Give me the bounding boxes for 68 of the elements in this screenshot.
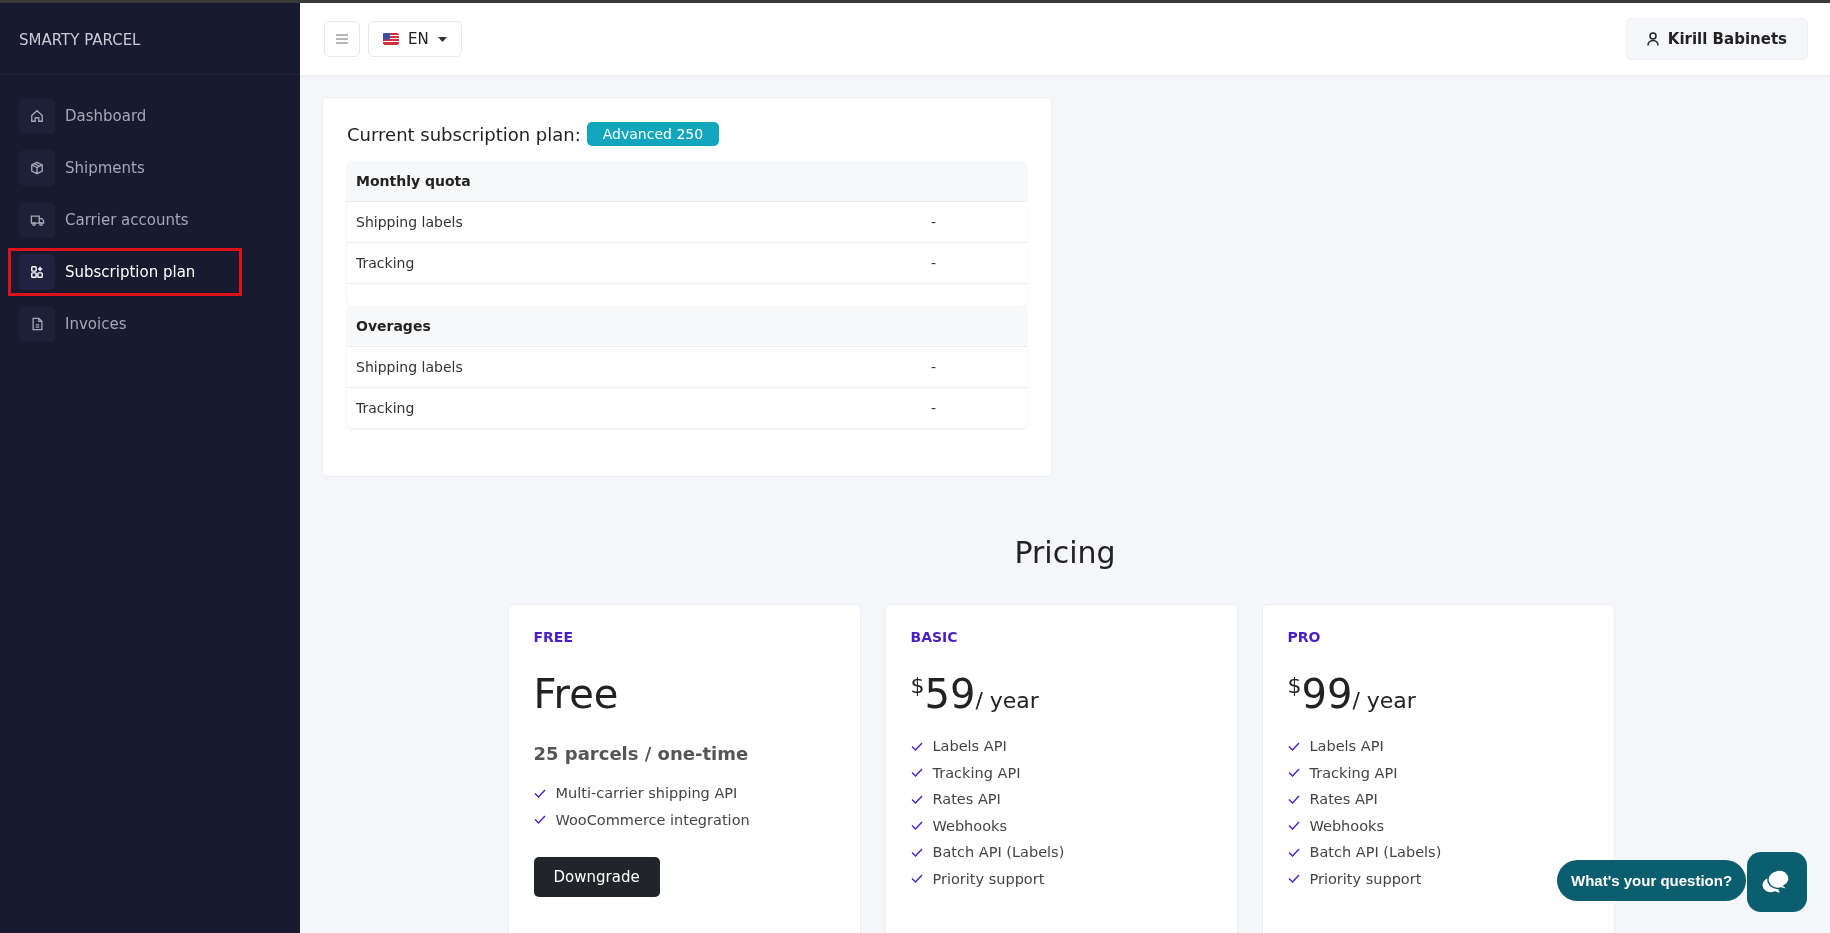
user-button[interactable]: Kirill Babinets [1625,18,1808,60]
user-icon [1646,32,1659,46]
feature-text: Tracking API [932,764,1021,781]
plan-name: FREE [533,629,574,645]
language-dropdown[interactable]: EN [368,21,462,57]
check-icon [1287,741,1300,751]
chat-icon [1762,868,1792,896]
apps-icon [30,265,44,279]
table-cell-text: Shipping labels [356,359,464,375]
check-icon [910,768,923,778]
table-cell: - [931,255,937,271]
chat-button[interactable] [1747,852,1807,912]
check-icon [533,815,546,825]
downgrade-button[interactable]: Downgrade [533,857,660,897]
table-cell-text: Shipping labels [356,214,464,230]
feature-text: Batch API (Labels) [932,844,1065,861]
pricing-heading: Pricing [1013,535,1117,570]
sidebar-item[interactable]: Shipments [11,150,239,186]
sidebar-item[interactable]: Invoices [11,306,239,342]
plan-badge: Advanced 250 [586,122,720,146]
table-cell: - [931,359,937,375]
feature-text: Webhooks [932,817,1007,834]
plan-price: $^{$}$99/ year [1287,671,1417,717]
table-cell-text: Tracking [356,255,416,271]
chat-prompt[interactable]: What's your question? [1557,860,1747,901]
plan-name: PRO [1287,629,1322,645]
feature-text: Multi-carrier shipping API [555,785,738,802]
plan-price: Free [533,671,620,717]
feature-text: Priority support [1309,870,1422,887]
check-icon [1287,794,1300,804]
menu-icon [335,33,349,45]
home-icon [30,109,44,123]
plan-price: $^{$}$59/ year [910,671,1040,717]
feature-text: Batch API (Labels) [1309,844,1442,861]
document-icon [30,317,44,331]
box-icon [30,161,44,175]
table-cell: - [931,214,937,230]
table-header: Overages [347,306,1027,347]
check-icon [910,794,923,804]
caret-icon [437,36,447,42]
feature-text: Priority support [932,870,1045,887]
check-icon [910,821,923,831]
sidebar-item[interactable]: Carrier accounts [11,202,239,238]
flag-icon [383,33,399,45]
feature-text: WooCommerce integration [555,811,750,828]
table-header: Monthly quota [347,161,1027,202]
check-icon [533,788,546,798]
check-icon [1287,768,1300,778]
sidebar-item[interactable]: Dashboard [11,98,239,134]
table-cell-text: Tracking [356,400,416,416]
check-icon [910,874,923,884]
feature-text: Labels API [932,738,1007,755]
subscription-title: Current subscription plan: [347,123,581,145]
truck-icon [29,213,45,227]
feature-text: Tracking API [1309,764,1398,781]
check-icon [910,847,923,857]
check-icon [1287,874,1300,884]
check-icon [910,741,923,751]
table-cell: - [931,400,937,416]
sidebar-item[interactable]: Subscription plan [11,254,239,290]
feature-text: Labels API [1309,738,1384,755]
check-icon [1287,821,1300,831]
feature-text: Rates API [1309,791,1378,808]
plan-subtitle: 25 parcels / one-time [533,743,750,764]
plan-name: BASIC [910,629,959,645]
feature-text: Webhooks [1309,817,1384,834]
check-icon [1287,847,1300,857]
feature-text: Rates API [932,791,1001,808]
